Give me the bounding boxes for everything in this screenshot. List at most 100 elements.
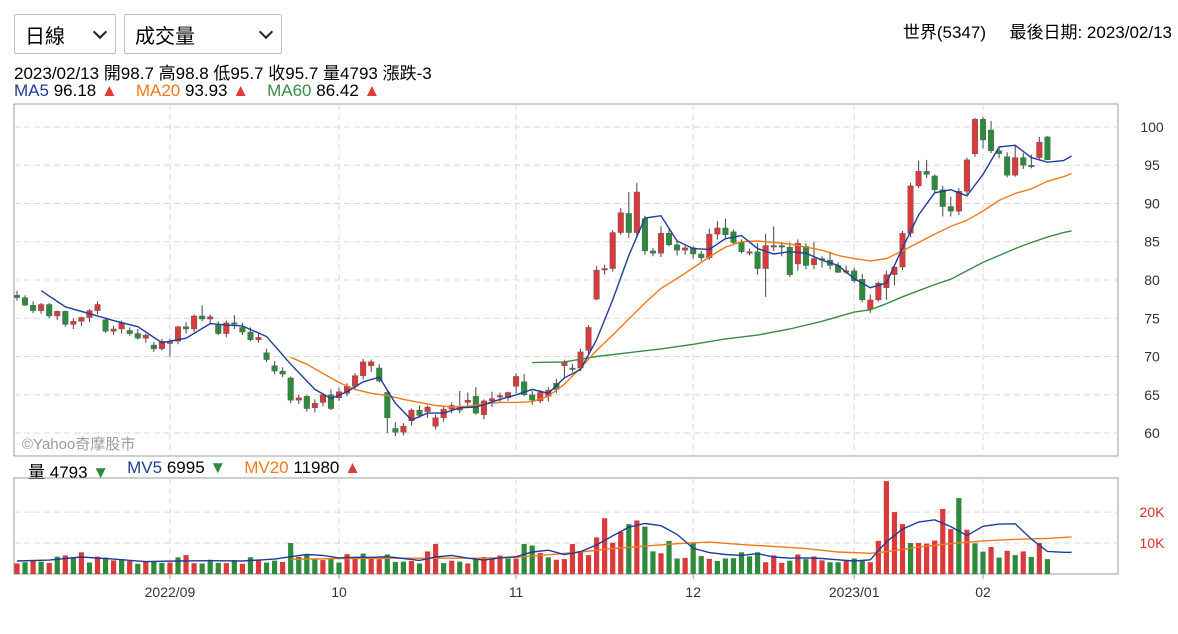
volume-bar: [38, 561, 44, 574]
candle: [303, 394, 310, 412]
candle-body: [239, 327, 246, 333]
candle-body: [70, 321, 77, 325]
volume-bar: [505, 558, 511, 574]
candle: [223, 320, 230, 338]
candle-body: [134, 333, 141, 339]
volume-bar: [376, 559, 382, 574]
candle-body: [706, 233, 713, 259]
volume-bar: [940, 508, 946, 574]
candle-body: [78, 317, 85, 322]
x-tick-label: 12: [685, 584, 701, 600]
candle: [327, 389, 334, 411]
candle: [722, 218, 729, 239]
volume-bar: [457, 561, 463, 574]
stock-chart[interactable]: 60 65 70 75 80 85 90 95 100 10K 20K 2022/09 10 11 12 20…: [0, 0, 1178, 634]
candle-body: [231, 322, 238, 325]
volume-bar: [811, 556, 817, 574]
volume-bar: [843, 560, 849, 574]
volume-bar: [867, 562, 873, 574]
candle: [947, 196, 954, 217]
price-tick-label: 95: [1144, 157, 1160, 173]
candle: [279, 367, 286, 378]
candle-body: [988, 129, 995, 151]
candle-body: [601, 268, 608, 271]
volume-bar: [819, 560, 825, 574]
candle: [480, 399, 487, 420]
x-tick-label: 02: [975, 584, 991, 600]
volume-bar: [183, 555, 189, 574]
candle: [529, 390, 536, 405]
candle-body: [255, 337, 262, 340]
volume-bar: [400, 561, 406, 574]
volume-bar: [424, 551, 431, 574]
volume-bar: [714, 560, 720, 574]
volume-bar: [529, 545, 535, 574]
candle: [762, 234, 769, 297]
candle: [424, 405, 431, 418]
candle: [70, 318, 77, 329]
candle-body: [303, 396, 310, 409]
candle: [199, 305, 206, 322]
volume-bar: [280, 561, 286, 574]
volume-bar: [1012, 555, 1018, 574]
volume-bar: [891, 512, 898, 574]
candle-body: [279, 370, 286, 375]
x-tick-label: 11: [509, 584, 524, 600]
candle-body: [110, 328, 117, 332]
candle-body: [311, 403, 318, 408]
volume-bar: [449, 560, 455, 574]
volume-bar: [859, 560, 865, 574]
volume-bar: [304, 554, 310, 574]
candle: [996, 146, 1003, 159]
volume-bar: [14, 563, 20, 574]
candle: [891, 264, 898, 286]
volume-bar: [111, 560, 117, 574]
candle-body: [585, 327, 592, 351]
candle: [819, 256, 826, 268]
candle-body: [633, 191, 640, 233]
volume-bar: [1004, 550, 1010, 574]
volume-bar: [320, 560, 326, 574]
candle: [827, 251, 834, 270]
candle: [440, 407, 447, 422]
candle-body: [54, 311, 61, 317]
candle-body: [802, 246, 809, 266]
candle: [368, 359, 375, 372]
candle: [488, 391, 495, 408]
candle: [263, 348, 270, 362]
candle-body: [698, 253, 705, 259]
candle-body: [392, 428, 399, 433]
candle-body: [609, 232, 616, 269]
volume-bar: [465, 563, 471, 574]
volume-bar: [1036, 543, 1042, 574]
volume-bar: [30, 560, 36, 574]
price-tick-label: 65: [1144, 387, 1160, 403]
candle: [931, 174, 938, 192]
candle-body: [207, 316, 214, 320]
volume-bar: [827, 562, 833, 574]
candle: [1020, 152, 1027, 170]
candle-body: [247, 331, 254, 340]
candle: [633, 182, 640, 238]
watermark: ©Yahoo奇摩股市: [22, 435, 135, 453]
volume-bar: [441, 563, 447, 574]
candle-body: [22, 297, 29, 306]
candle-body: [432, 417, 439, 427]
candle-body: [497, 395, 504, 398]
volume-bar: [1028, 556, 1034, 574]
candle-body: [360, 361, 367, 376]
candle: [94, 301, 101, 315]
volume-bar: [489, 558, 495, 574]
candle: [593, 266, 600, 300]
candle: [682, 245, 689, 255]
candle-body: [923, 171, 930, 175]
volume-bar: [594, 537, 600, 574]
candle-body: [915, 171, 922, 187]
candle: [110, 325, 117, 336]
candle: [698, 250, 705, 261]
candle-body: [658, 233, 665, 254]
volume-bar: [835, 562, 841, 574]
volume-bar: [972, 543, 978, 574]
candle-body: [963, 159, 970, 192]
candle-body: [102, 319, 109, 332]
